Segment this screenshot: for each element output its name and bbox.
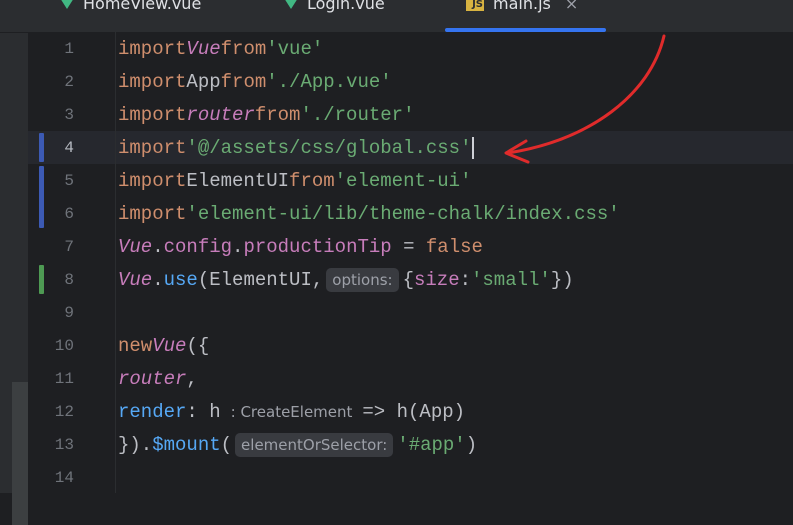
annotation-arrow-line [506, 34, 666, 155]
annotation-arrow [504, 34, 666, 164]
